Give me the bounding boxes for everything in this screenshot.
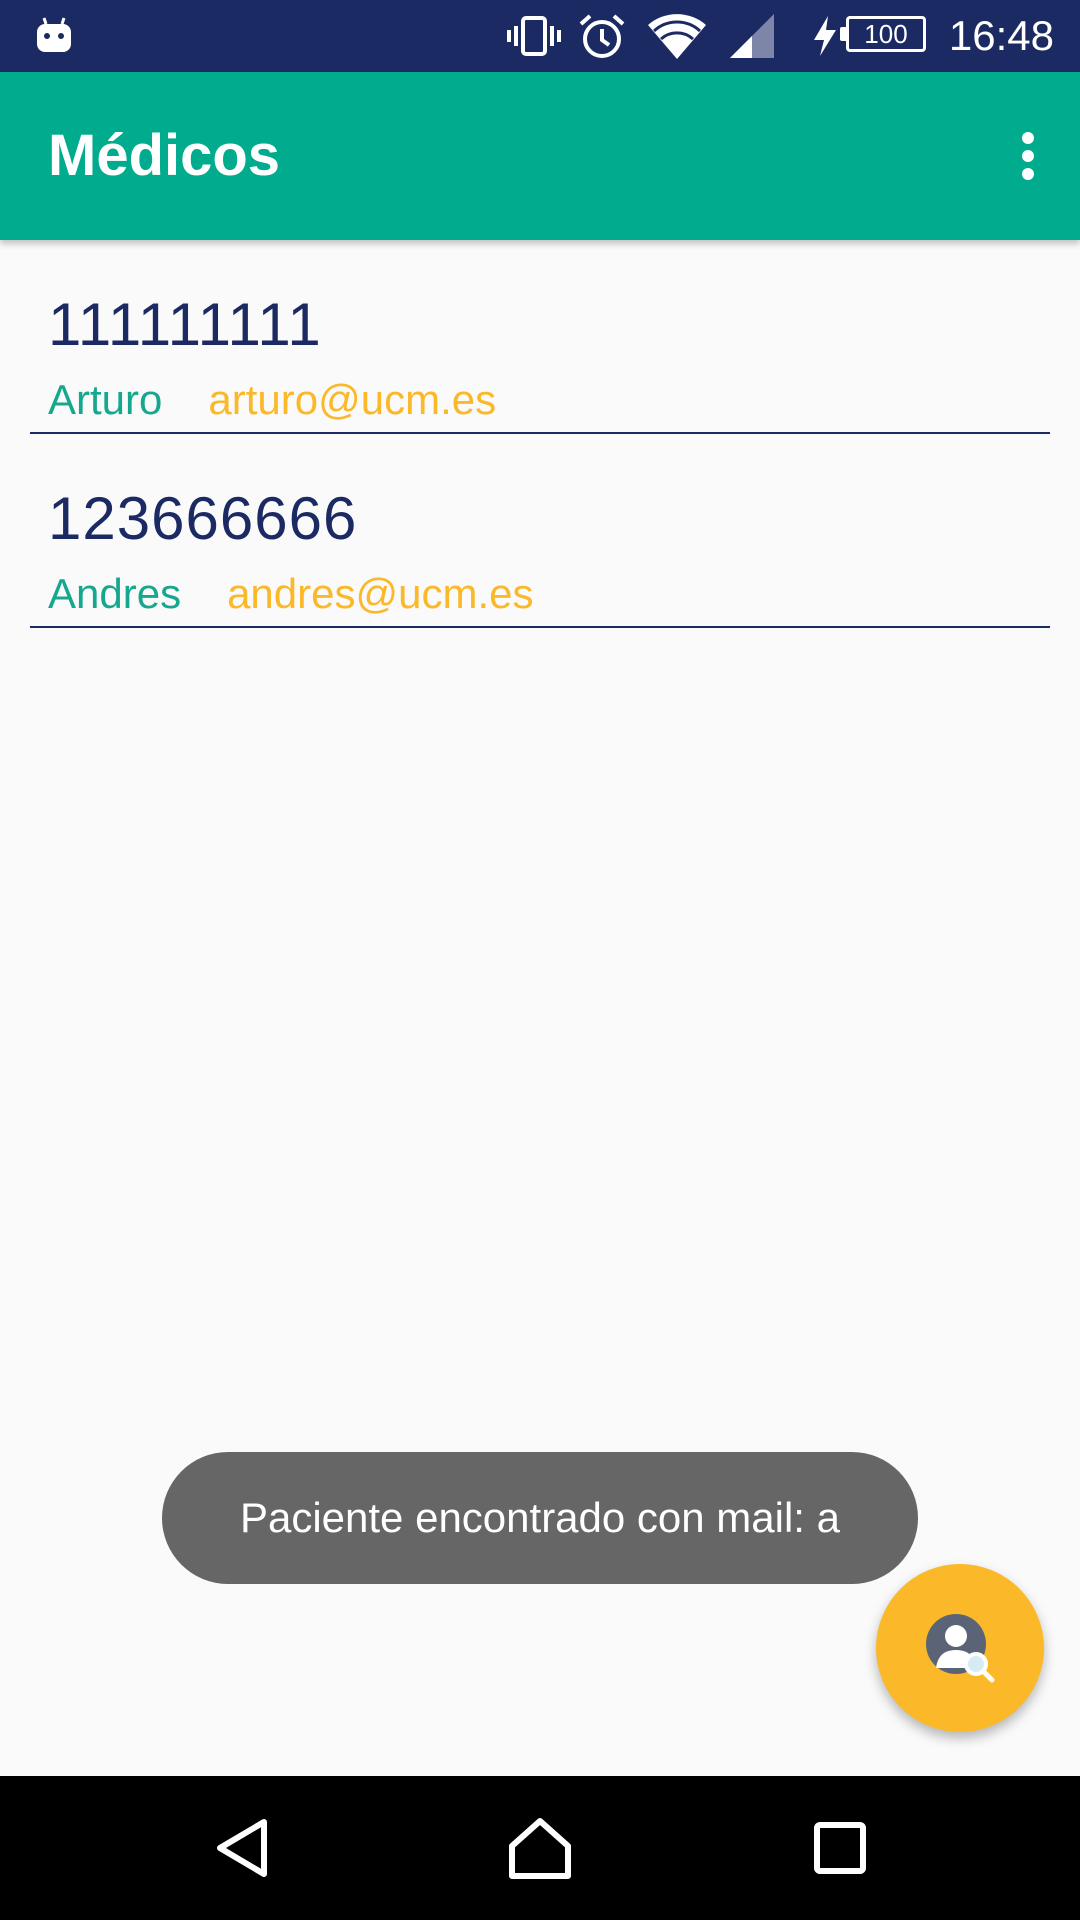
battery-level: 100 [864, 18, 908, 49]
toast-message: Paciente encontrado con mail: a [162, 1452, 918, 1584]
screen: 100 16:48 Médicos 111111111 Arturo arturo… [0, 0, 1080, 1920]
status-bar: 100 16:48 [0, 0, 1080, 72]
android-notification-icon [34, 0, 74, 72]
app-bar: Médicos [0, 72, 1080, 240]
recents-icon[interactable] [768, 1776, 912, 1920]
charging-icon [812, 0, 838, 72]
navigation-bar [0, 1776, 1080, 1920]
item-name: Andres [48, 570, 182, 617]
status-time: 16:48 [948, 12, 1054, 59]
search-person-icon [926, 1614, 995, 1683]
home-icon[interactable] [468, 1776, 612, 1920]
item-details: Arturo arturo@ucm.es [48, 376, 496, 424]
search-patient-fab[interactable] [876, 1564, 1044, 1732]
item-name: Arturo [48, 376, 163, 423]
battery-icon: 100 [840, 16, 926, 52]
page-title: Médicos [48, 123, 281, 188]
doctor-list: 111111111 Arturo arturo@ucm.es 123666666 … [30, 240, 1050, 628]
list-item[interactable]: 111111111 Arturo arturo@ucm.es [30, 240, 1050, 434]
signal-icon [728, 0, 776, 72]
wifi-icon [646, 0, 708, 72]
list-item[interactable]: 123666666 Andres andres@ucm.es [30, 434, 1050, 628]
item-id: 123666666 [48, 485, 358, 552]
item-email: arturo@ucm.es [208, 376, 497, 423]
item-email: andres@ucm.es [227, 570, 534, 617]
item-id: 111111111 [48, 291, 322, 358]
overflow-menu-icon[interactable] [996, 124, 1060, 188]
back-icon[interactable] [170, 1776, 314, 1920]
item-details: Andres andres@ucm.es [48, 570, 534, 618]
alarm-icon [578, 0, 626, 72]
vibrate-icon [506, 0, 562, 72]
